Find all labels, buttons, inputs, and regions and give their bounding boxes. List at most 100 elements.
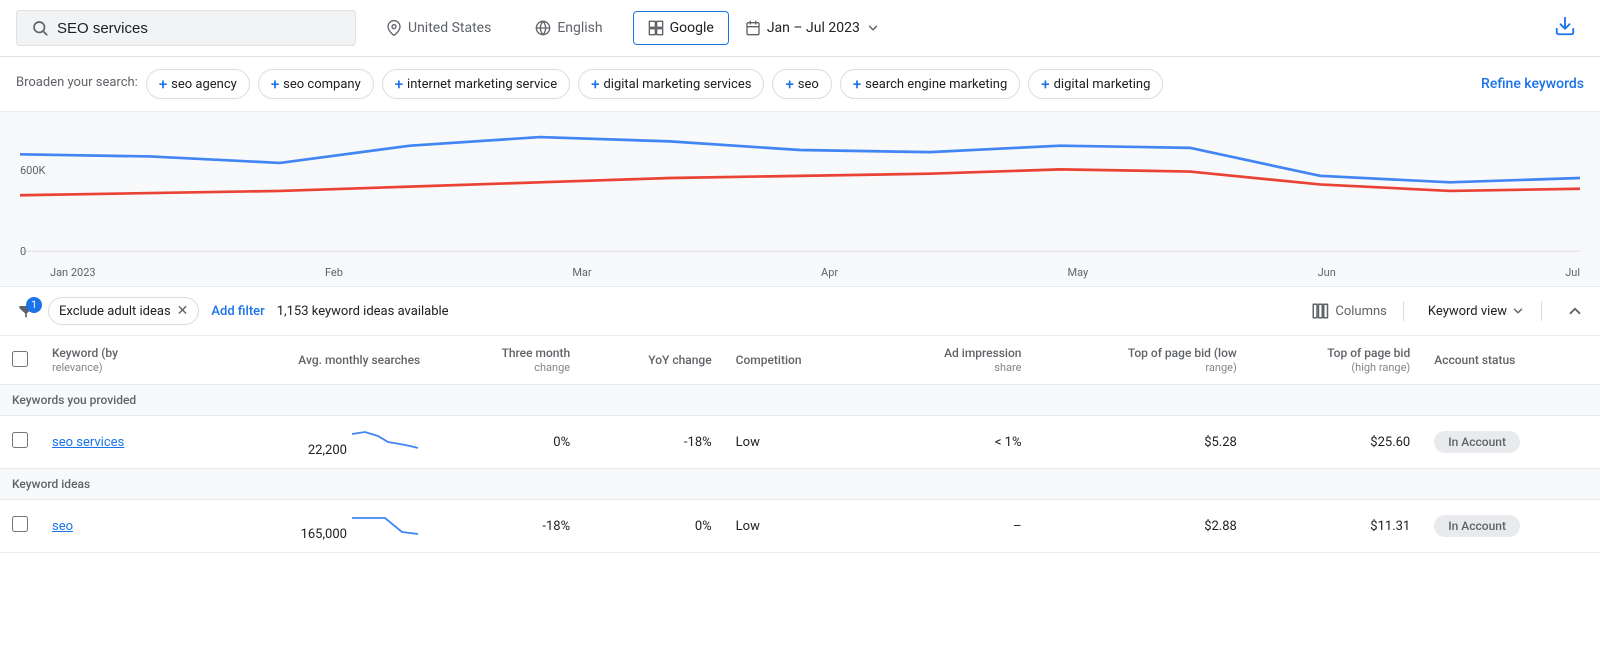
table-row: seo services 22,200 0% -18% Low < 1% $5.… [0, 416, 1600, 469]
status-seo-services: In Account [1422, 416, 1600, 469]
kw-link-seo-services[interactable]: seo services [52, 435, 124, 450]
select-all-checkbox[interactable] [12, 351, 28, 367]
search-box[interactable]: SEO services [16, 10, 356, 46]
chart-area: 600K 0 Jan 2023 Feb Mar Apr May Jun Jul [0, 112, 1600, 287]
row-checkbox-seo-services[interactable] [12, 432, 28, 448]
low-bid-seo-services: $5.28 [1033, 416, 1248, 469]
broaden-chips: +seo agency +seo company +internet marke… [146, 69, 1473, 99]
th-ad-impression: Ad impression share [869, 336, 1033, 385]
chart-x-may: May [1068, 266, 1089, 279]
yoy-seo: 0% [582, 500, 724, 553]
kw-link-seo[interactable]: seo [52, 519, 73, 534]
keyword-view-button[interactable]: Keyword view [1428, 304, 1525, 319]
language-icon [535, 20, 551, 36]
kw-cell-seo: seo [40, 500, 196, 553]
divider [1403, 301, 1404, 321]
filter-badge: 1 [26, 297, 42, 313]
row-checkbox-cell-seo [0, 500, 40, 553]
engine-icon [648, 20, 664, 36]
location-icon [386, 20, 402, 36]
three-month-seo: -18% [432, 500, 582, 553]
chart-y-0-label: 0 [20, 245, 26, 258]
broaden-search-row: Broaden your search: +seo agency +seo co… [0, 57, 1600, 112]
calendar-icon [745, 20, 761, 36]
chart-y-600k-label: 600K [20, 164, 45, 177]
yoy-seo-services: -18% [582, 416, 724, 469]
th-avg-searches: Avg. monthly searches [196, 336, 432, 385]
avg-searches-seo-services: 22,200 [196, 416, 432, 469]
section-ideas-row: Keyword ideas [0, 469, 1600, 500]
columns-icon [1311, 302, 1329, 320]
th-yoy: YoY change [582, 336, 724, 385]
filter-icon-wrap[interactable]: 1 [16, 301, 36, 321]
keyword-view-label: Keyword view [1428, 304, 1507, 319]
sparkline-seo-services [350, 426, 420, 454]
date-range-label: Jan – Jul 2023 [767, 20, 860, 36]
broaden-chip-seo-company[interactable]: +seo company [258, 69, 374, 99]
section-ideas-label: Keyword ideas [0, 469, 1600, 500]
filter-bar: 1 Exclude adult ideas ✕ Add filter 1,153… [0, 287, 1600, 336]
section-provided-row: Keywords you provided [0, 385, 1600, 416]
refine-keywords-button[interactable]: Refine keywords [1481, 70, 1584, 98]
low-bid-seo: $2.88 [1033, 500, 1248, 553]
row-checkbox-cell [0, 416, 40, 469]
th-status: Account status [1422, 336, 1600, 385]
ad-impression-seo: – [869, 500, 1033, 553]
collapse-button[interactable] [1566, 302, 1584, 320]
language-filter[interactable]: English [521, 12, 616, 44]
add-filter-button[interactable]: Add filter [211, 304, 264, 319]
broaden-chip-digital-marketing-services[interactable]: +digital marketing services [578, 69, 764, 99]
broaden-chip-digital-marketing[interactable]: +digital marketing [1028, 69, 1163, 99]
broaden-chip-internet-marketing[interactable]: +internet marketing service [382, 69, 570, 99]
engine-label: Google [670, 20, 714, 36]
exclude-adult-chip[interactable]: Exclude adult ideas ✕ [48, 297, 199, 325]
broaden-chip-seo-agency[interactable]: +seo agency [146, 69, 250, 99]
sparkline-seo [350, 510, 420, 538]
kw-cell-seo-services: seo services [40, 416, 196, 469]
chart-x-mar: Mar [572, 266, 591, 279]
chart-x-apr: Apr [821, 266, 838, 279]
search-input[interactable]: SEO services [57, 20, 297, 37]
divider2 [1541, 301, 1542, 321]
exclude-adult-remove-button[interactable]: ✕ [177, 303, 189, 319]
avg-searches-seo: 165,000 [196, 500, 432, 553]
broaden-chip-search-engine-marketing[interactable]: +search engine marketing [840, 69, 1020, 99]
broaden-label: Broaden your search: [16, 69, 138, 90]
chevron-down-icon [866, 21, 880, 35]
ad-impression-seo-services: < 1% [869, 416, 1033, 469]
chart-x-jul: Jul [1565, 266, 1580, 279]
broaden-chip-seo[interactable]: +seo [772, 69, 831, 99]
high-bid-seo-services: $25.60 [1249, 416, 1422, 469]
location-filter[interactable]: United States [372, 12, 505, 44]
ideas-count-label: 1,153 keyword ideas available [277, 304, 449, 319]
header-bar: SEO services United States English Googl… [0, 0, 1600, 57]
chart-x-feb: Feb [325, 266, 343, 279]
search-icon [31, 19, 49, 37]
language-label: English [557, 20, 602, 36]
table-row: seo 165,000 -18% 0% Low – $2.88 $11.31 I… [0, 500, 1600, 553]
keyword-view-chevron-icon [1511, 304, 1525, 318]
row-checkbox-seo[interactable] [12, 516, 28, 532]
th-checkbox [0, 336, 40, 385]
chart-x-jun: Jun [1318, 266, 1336, 279]
columns-label: Columns [1335, 304, 1387, 319]
chart-x-labels: Jan 2023 Feb Mar Apr May Jun Jul [20, 262, 1580, 285]
download-button[interactable] [1554, 15, 1576, 41]
collapse-icon [1566, 302, 1584, 320]
location-label: United States [408, 20, 491, 36]
date-range-filter[interactable]: Jan – Jul 2023 [745, 20, 880, 36]
status-seo: In Account [1422, 500, 1600, 553]
th-competition: Competition [724, 336, 870, 385]
chart-x-jan: Jan 2023 [50, 266, 96, 279]
columns-button[interactable]: Columns [1311, 302, 1387, 320]
th-high-bid: Top of page bid (high range) [1249, 336, 1422, 385]
high-bid-seo: $11.31 [1249, 500, 1422, 553]
section-provided-label: Keywords you provided [0, 385, 1600, 416]
table-header-row: Keyword (by relevance) Avg. monthly sear… [0, 336, 1600, 385]
th-three-month: Three month change [432, 336, 582, 385]
engine-selector[interactable]: Google [633, 11, 729, 45]
competition-seo-services: Low [724, 416, 870, 469]
exclude-adult-label: Exclude adult ideas [59, 304, 171, 319]
competition-seo: Low [724, 500, 870, 553]
three-month-seo-services: 0% [432, 416, 582, 469]
